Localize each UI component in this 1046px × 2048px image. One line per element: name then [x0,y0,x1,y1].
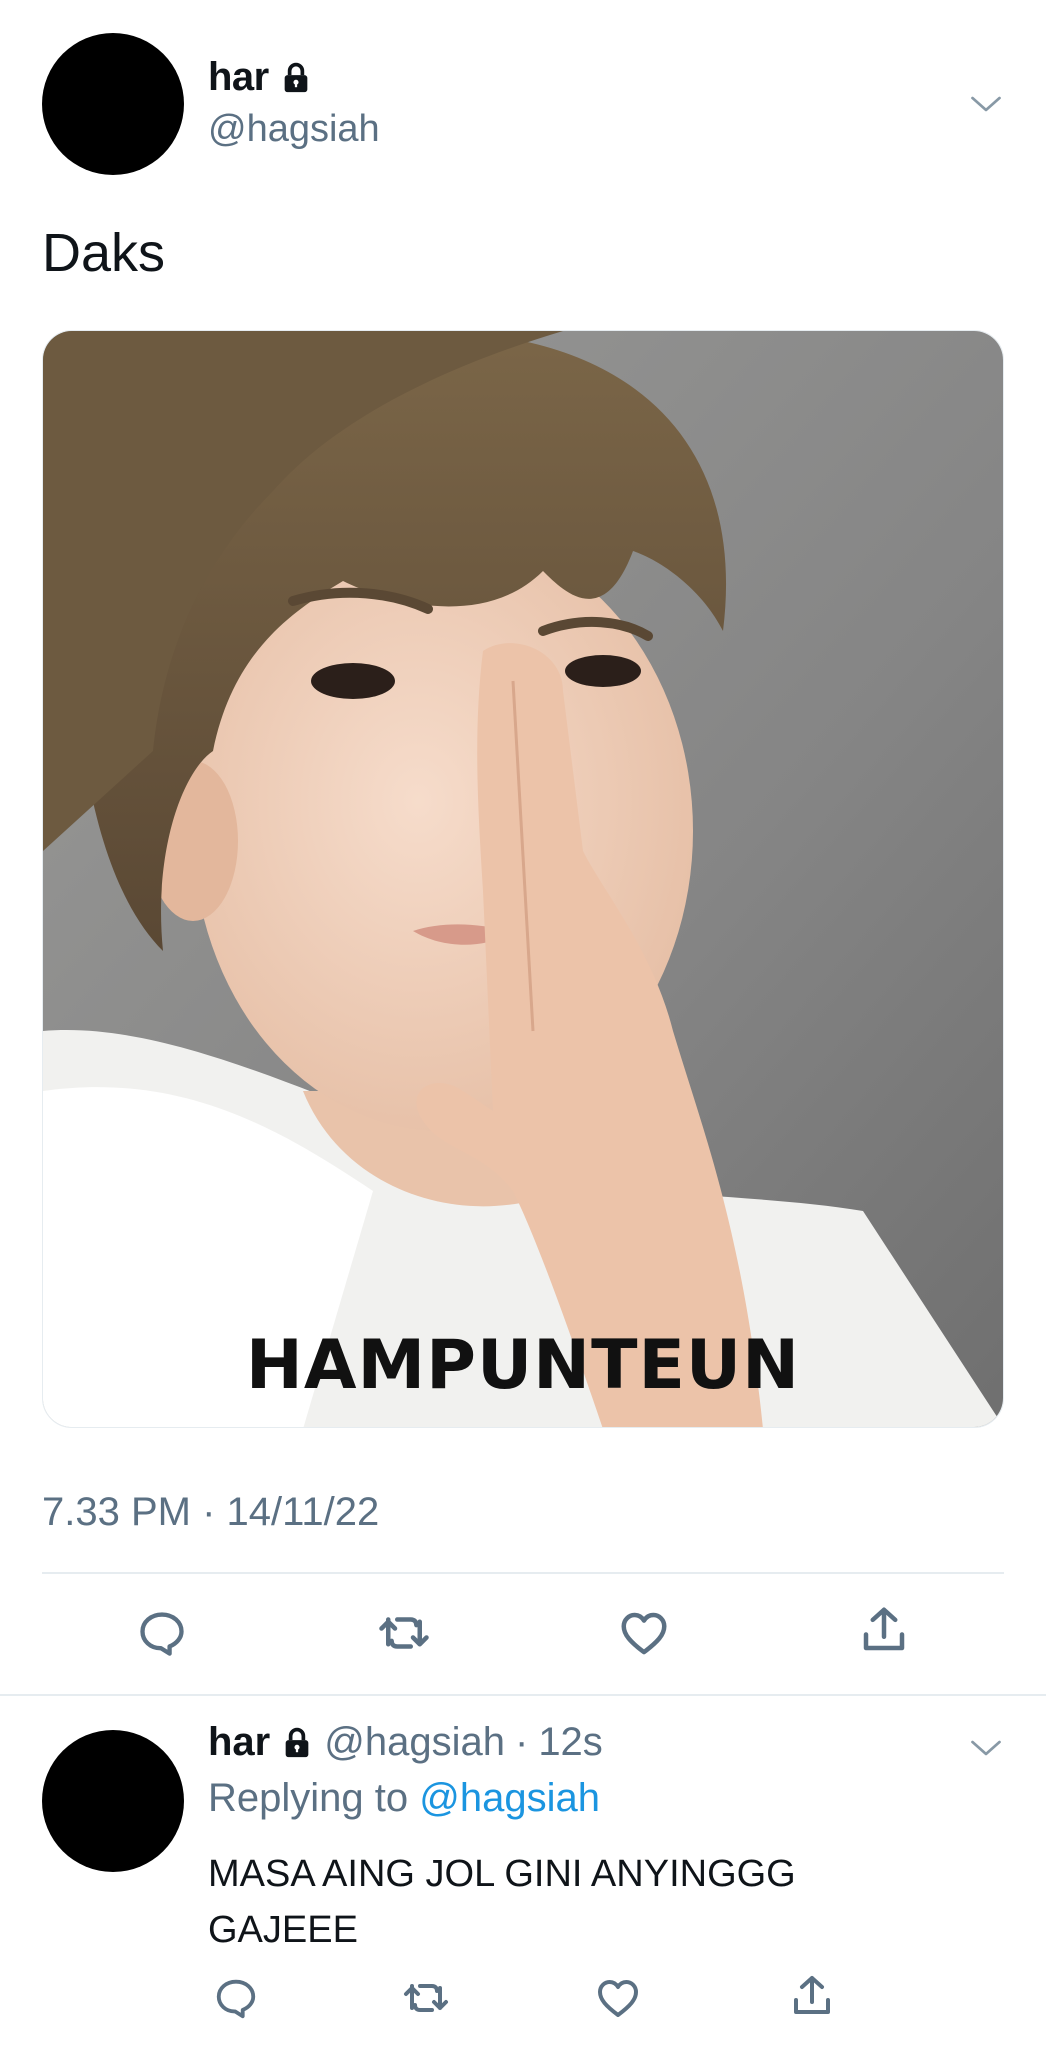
thread-divider [0,1694,1046,1696]
reply-avatar[interactable] [42,1730,184,1872]
reply-author-handle[interactable]: @hagsiah [324,1720,505,1765]
author-name-text: har [208,55,269,99]
divider [42,1572,1004,1574]
tweet-media[interactable]: HAMPUNTEUN [42,330,1004,1428]
reply-header: har @hagsiah · 12s [208,1720,603,1765]
photo-image [43,331,1003,1427]
tweet-timestamp[interactable]: 7.33 PM · 14/11/22 [42,1490,379,1535]
like-icon [598,1980,638,2017]
reply-retweet-button[interactable] [398,1972,454,2024]
media-caption: HAMPUNTEUN [245,1326,801,1405]
reply-like-button[interactable] [590,1972,646,2024]
reply-author-name[interactable]: har [208,1720,270,1765]
retweet-button[interactable] [372,1605,436,1661]
retweet-icon [404,1984,448,2012]
reply-time[interactable]: 12s [538,1720,603,1765]
replying-to-mention[interactable]: @hagsiah [419,1776,600,1820]
avatar[interactable] [42,33,184,175]
retweet-icon [379,1617,429,1649]
chevron-down-icon[interactable] [968,1730,1004,1766]
reply-button[interactable] [130,1605,194,1661]
dot-separator: · [514,1720,529,1764]
reply-icon [216,1979,256,2019]
replying-to: Replying to @hagsiah [208,1776,600,1821]
tweet-text: Daks [42,223,166,283]
replying-to-label: Replying to [208,1776,409,1820]
reply-share-button[interactable] [784,1970,840,2022]
like-button[interactable] [612,1605,676,1661]
reply-reply-button[interactable] [208,1972,264,2024]
author-name[interactable]: har [208,55,313,100]
lock-icon [285,1727,309,1757]
share-button[interactable] [852,1602,916,1658]
share-icon [863,1607,905,1651]
author-handle[interactable]: @hagsiah [208,108,380,151]
reply-text: MASA AING JOL GINI ANYINGGG GAJEEE [208,1853,796,1951]
like-icon [621,1612,667,1655]
chevron-down-icon[interactable] [968,86,1004,122]
share-icon [794,1976,830,2014]
lock-icon [284,62,308,92]
reply-icon [140,1612,184,1656]
